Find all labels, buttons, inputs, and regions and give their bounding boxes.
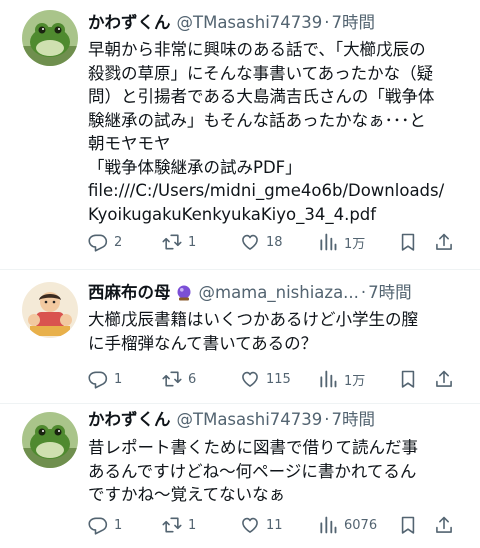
views-count: 1万 bbox=[344, 236, 366, 252]
reply-button[interactable]: 1 bbox=[88, 367, 122, 391]
display-name[interactable]: かわずくん bbox=[88, 407, 171, 433]
share-button[interactable] bbox=[434, 230, 454, 254]
user-handle[interactable]: @TMasashi74739 bbox=[177, 407, 323, 433]
bookmark-button[interactable] bbox=[398, 230, 418, 254]
reply-button[interactable]: 1 bbox=[88, 513, 122, 537]
text-line: ですかね〜覚えてないなぁ bbox=[88, 485, 286, 504]
text-line: あるんですけどね〜何ページに書かれてるん bbox=[88, 461, 417, 481]
retweet-count: 1 bbox=[188, 517, 197, 533]
text-line: に手榴弾なんて書いてあるの？ bbox=[88, 333, 318, 353]
reply-button[interactable]: 2 bbox=[88, 230, 122, 254]
reply-icon bbox=[88, 515, 108, 535]
reply-count: 1 bbox=[114, 517, 123, 533]
bookmark-button[interactable] bbox=[398, 367, 418, 391]
timestamp[interactable]: 7時間 bbox=[332, 10, 376, 36]
bookmark-button[interactable] bbox=[398, 513, 418, 537]
retweet-button[interactable]: 1 bbox=[162, 513, 196, 537]
views-button[interactable]: 1万 bbox=[318, 230, 365, 254]
retweet-button[interactable]: 6 bbox=[162, 367, 196, 391]
like-button[interactable]: 11 bbox=[240, 513, 283, 537]
like-count: 11 bbox=[266, 517, 283, 533]
separator: · bbox=[324, 13, 330, 32]
tweet-header: かわずくん @TMasashi74739 · 7時間 bbox=[88, 407, 468, 433]
like-icon bbox=[240, 515, 260, 535]
user-handle[interactable]: @TMasashi74739 bbox=[177, 10, 323, 36]
text-line: 「戦争体験継承の試みPDF」 bbox=[88, 157, 302, 177]
text-line: KyoikugakuKenkyukaKiyo_34_4.pdf bbox=[88, 204, 377, 224]
bookmark-icon bbox=[398, 369, 418, 389]
like-button[interactable]: 18 bbox=[240, 230, 283, 254]
reply-icon bbox=[88, 232, 108, 252]
tweet-header: かわずくん @TMasashi74739 · 7時間 bbox=[88, 10, 468, 36]
retweet-button[interactable]: 1 bbox=[162, 230, 196, 254]
share-icon bbox=[434, 515, 454, 535]
action-bar: 2 1 18 1万 bbox=[88, 230, 468, 254]
text-line: 験継承の試み」もそんな話あったかなぁ･･･と bbox=[88, 110, 426, 130]
like-count: 115 bbox=[266, 371, 291, 387]
tweet[interactable]: かわずくん @TMasashi74739 · 7時間 昔レポート書くために図書で… bbox=[0, 404, 480, 548]
retweet-count: 1 bbox=[188, 234, 197, 250]
action-bar: 1 6 115 1万 bbox=[88, 367, 468, 391]
crystal-ball-icon bbox=[175, 284, 193, 302]
avatar-illustration[interactable] bbox=[22, 282, 78, 338]
views-count: 1万 bbox=[344, 373, 366, 389]
reply-count: 2 bbox=[114, 234, 123, 250]
separator: · bbox=[324, 410, 330, 429]
text-line: 早朝から非常に興味のある話で、「大櫛戊辰の bbox=[88, 40, 426, 59]
user-handle[interactable]: @mama_nishiaza... bbox=[199, 280, 359, 306]
like-icon bbox=[240, 232, 260, 252]
share-button[interactable] bbox=[434, 367, 454, 391]
text-line: file:///C:/Users/midni_gme4o6b/Downloads… bbox=[88, 181, 445, 200]
tweet[interactable]: 西麻布の母 @mama_nishiaza... · 7時間 大櫛戊辰書籍はいくつ… bbox=[0, 270, 480, 404]
views-button[interactable]: 1万 bbox=[318, 367, 365, 391]
retweet-count: 6 bbox=[188, 371, 197, 387]
views-count: 6076 bbox=[344, 517, 378, 533]
reply-icon bbox=[88, 369, 108, 389]
bookmark-icon bbox=[398, 232, 418, 252]
text-line: 朝モヤモヤ bbox=[88, 134, 171, 153]
tweet-text: 早朝から非常に興味のある話で、「大櫛戊辰の 殺戮の草原」にそんな事書いてあったか… bbox=[88, 38, 468, 226]
views-button[interactable]: 6076 bbox=[318, 513, 377, 537]
share-button[interactable] bbox=[434, 513, 454, 537]
timestamp[interactable]: 7時間 bbox=[368, 280, 412, 306]
views-icon bbox=[318, 515, 338, 535]
separator: · bbox=[360, 283, 367, 302]
retweet-icon bbox=[162, 515, 182, 535]
like-button[interactable]: 115 bbox=[240, 367, 291, 391]
timestamp[interactable]: 7時間 bbox=[332, 407, 376, 433]
display-name[interactable]: かわずくん bbox=[88, 10, 171, 36]
retweet-icon bbox=[162, 369, 182, 389]
text-line: 大櫛戊辰書籍はいくつかあるけど小学生の膣 bbox=[88, 310, 418, 329]
views-icon bbox=[318, 232, 338, 252]
text-line: 殺戮の草原」にそんな事書いてあったかな（疑 bbox=[88, 63, 434, 83]
avatar-frog[interactable] bbox=[22, 10, 78, 66]
retweet-icon bbox=[162, 232, 182, 252]
text-line: 問）と引揚者である大島満吉氏さんの「戦争体 bbox=[88, 87, 435, 106]
display-name[interactable]: 西麻布の母 bbox=[88, 280, 171, 306]
tweet-header: 西麻布の母 @mama_nishiaza... · 7時間 bbox=[88, 280, 468, 306]
avatar-frog[interactable] bbox=[22, 412, 78, 468]
action-bar: 1 1 11 6076 bbox=[88, 513, 468, 537]
views-icon bbox=[318, 369, 338, 389]
like-icon bbox=[240, 369, 260, 389]
like-count: 18 bbox=[266, 234, 283, 250]
bookmark-icon bbox=[398, 515, 418, 535]
reply-count: 1 bbox=[114, 371, 123, 387]
tweet[interactable]: かわずくん @TMasashi74739 · 7時間 早朝から非常に興味のある話… bbox=[0, 0, 480, 270]
text-line: 昔レポート書くために図書で借りて読んだ事 bbox=[88, 438, 418, 457]
tweet-text: 昔レポート書くために図書で借りて読んだ事 あるんですけどね〜何ページに書かれてる… bbox=[88, 436, 468, 507]
share-icon bbox=[434, 232, 454, 252]
tweet-text: 大櫛戊辰書籍はいくつかあるけど小学生の膣 に手榴弾なんて書いてあるの？ bbox=[88, 308, 468, 355]
share-icon bbox=[434, 369, 454, 389]
